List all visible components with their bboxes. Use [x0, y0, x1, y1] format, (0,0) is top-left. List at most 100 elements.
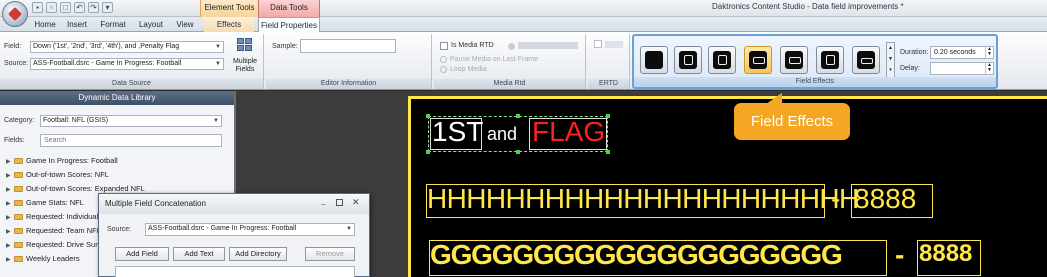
tree-item[interactable]: ▶ Game In Progress: Football: [6, 155, 118, 167]
category-dropdown[interactable]: Football: NFL (GSIS) ▼: [40, 115, 222, 127]
tab-layout[interactable]: Layout: [134, 17, 168, 32]
multiple-fields-icon: [237, 38, 253, 52]
folder-icon: [14, 214, 23, 221]
data-source-group-label: Data Source: [0, 79, 263, 89]
source-dropdown[interactable]: ASS-Football.dsrc - Game In Progress: Fo…: [30, 58, 224, 70]
expand-icon[interactable]: ▶: [6, 240, 14, 252]
pause-media-radio[interactable]: [440, 56, 447, 63]
field-list[interactable]: [115, 266, 355, 277]
effect-fade-icon: [861, 58, 873, 64]
expand-icon[interactable]: ▶: [6, 198, 14, 210]
effect-roll-button[interactable]: [744, 46, 772, 74]
selection-handle[interactable]: [516, 114, 520, 118]
effect-slide-button[interactable]: [780, 46, 808, 74]
effect-slide-icon: [789, 57, 801, 64]
element-tools-header: Element Tools: [200, 0, 258, 17]
row2-text-field: HHHHHHHHHHHHHHHHHHHHHH: [427, 183, 859, 214]
chevron-down-icon: ▼: [213, 118, 219, 124]
tree-item[interactable]: ▶ Requested: Drive Sum: [6, 239, 101, 251]
loop-media-radio[interactable]: [440, 66, 447, 73]
minimize-icon[interactable]: –: [321, 200, 325, 209]
effect-fade-button[interactable]: [852, 46, 880, 74]
row2-number-field: 8888: [854, 183, 917, 214]
close-icon[interactable]: ✕: [352, 197, 360, 208]
effect-none-button[interactable]: [640, 46, 668, 74]
multiple-field-concatenation-dialog: Multiple Field Concatenation – ✕ Source:…: [98, 193, 370, 277]
tab-home[interactable]: Home: [28, 17, 62, 32]
category-value: Football: NFL (GSIS): [43, 117, 109, 124]
tab-field-properties[interactable]: Field Properties: [258, 17, 320, 32]
expand-icon[interactable]: ▶: [6, 226, 14, 238]
duration-spinner[interactable]: 0.20 seconds ▲ ▼: [930, 46, 994, 59]
folder-icon: [14, 172, 23, 179]
dialog-title: Multiple Field Concatenation: [99, 194, 369, 214]
library-header: Dynamic Data Library: [0, 91, 234, 105]
undo-icon[interactable]: ↶: [74, 2, 85, 13]
effects-gallery-scroll[interactable]: ▲ ▼ ▾: [886, 42, 895, 78]
tree-item[interactable]: ▶ Requested: Team NFL: [6, 225, 101, 237]
expand-icon[interactable]: ▶: [6, 156, 14, 168]
is-media-rtd-checkbox[interactable]: [440, 42, 448, 50]
effect-scroll-down-icon: [718, 55, 727, 65]
effect-wipe-icon: [826, 55, 835, 65]
row2-separator: -: [831, 183, 841, 214]
expand-icon[interactable]: ▶: [6, 254, 14, 266]
field-label: Field:: [4, 43, 22, 50]
tab-insert[interactable]: Insert: [62, 17, 92, 32]
multiple-fields-label: Multiple Fields: [232, 58, 258, 73]
media-option-radio[interactable]: [508, 43, 515, 50]
effect-scroll-down-button[interactable]: [708, 46, 736, 74]
expand-icon[interactable]: ▶: [6, 212, 14, 224]
remove-button[interactable]: Remove: [305, 247, 355, 261]
display-canvas[interactable]: 1ST and FLAG HHHHHHHHHHHHHHHHHHHHHH - 88…: [408, 96, 1047, 277]
ertd-group-label: ERTD: [588, 79, 629, 89]
delay-spinner[interactable]: ▲ ▼: [930, 62, 994, 75]
fields-label: Fields:: [4, 137, 25, 144]
field-dropdown[interactable]: Down ('1st', '2nd', '3rd', '4th'), and ,…: [30, 41, 224, 53]
tree-item[interactable]: ▶ Requested: Individual: [6, 211, 98, 223]
multiple-fields-button[interactable]: Multiple Fields: [228, 36, 262, 78]
and-text: and: [487, 124, 518, 144]
tree-item[interactable]: ▶ Weekly Leaders: [6, 253, 80, 265]
add-field-button[interactable]: Add Field: [115, 247, 169, 261]
expand-icon[interactable]: ▶: [6, 184, 14, 196]
add-text-button[interactable]: Add Text: [173, 247, 225, 261]
tab-format[interactable]: Format: [96, 17, 130, 32]
folder-icon: [14, 242, 23, 249]
application-menu-button[interactable]: [2, 1, 28, 27]
tab-view[interactable]: View: [170, 17, 200, 32]
fields-search-input[interactable]: [40, 134, 222, 147]
redo-icon[interactable]: ↷: [88, 2, 99, 13]
editor-information-group: Sample: Editor Information: [266, 34, 432, 89]
duration-label: Duration:: [900, 49, 929, 56]
tab-effects[interactable]: Effects: [204, 17, 254, 32]
source-dropdown-value: ASS-Football.dsrc - Game In Progress: Fo…: [33, 60, 182, 67]
effect-scroll-up-button[interactable]: [674, 46, 702, 74]
window-title: Daktronics Content Studio - Data field i…: [712, 2, 904, 11]
open-icon[interactable]: ▫: [46, 2, 57, 13]
add-directory-button[interactable]: Add Directory: [229, 247, 287, 261]
dialog-source-dropdown[interactable]: ASS-Football.dsrc - Game In Progress: Fo…: [145, 223, 355, 236]
tree-item[interactable]: ▶ Out-of-town Scores: NFL: [6, 169, 109, 181]
spin-arrows-icon[interactable]: ▲ ▼: [985, 63, 993, 74]
ertd-checkbox[interactable]: [594, 40, 602, 48]
tree-item[interactable]: ▶ Game Stats: NFL: [6, 197, 84, 209]
sample-input[interactable]: [300, 39, 396, 53]
save-icon[interactable]: ▪: [32, 2, 43, 13]
qat-dropdown-icon[interactable]: ▾: [102, 2, 113, 13]
title-bar: ▪ ▫ □ ↶ ↷ ▾ Element Tools Data Tools Daktroni…: [0, 0, 1047, 17]
flag-field-text: FLAG: [532, 116, 606, 147]
selection-handle[interactable]: [606, 150, 610, 154]
expand-icon[interactable]: ▶: [6, 170, 14, 182]
selection-handle[interactable]: [516, 150, 520, 154]
dialog-source-label: Source:: [107, 226, 132, 233]
spin-arrows-icon[interactable]: ▲ ▼: [985, 47, 993, 58]
effect-wipe-button[interactable]: [816, 46, 844, 74]
ertd-option-blurred: [605, 41, 623, 48]
maximize-icon[interactable]: [336, 199, 343, 206]
selection-handle[interactable]: [426, 150, 430, 154]
source-label: Source:: [4, 60, 29, 67]
new-icon[interactable]: □: [60, 2, 71, 13]
effect-scroll-up-icon: [684, 55, 693, 65]
field-effects-group: ▲ ▼ ▾ Duration: 0.20 seconds ▲ ▼ Delay: ▲ ▼ F…: [632, 34, 998, 89]
